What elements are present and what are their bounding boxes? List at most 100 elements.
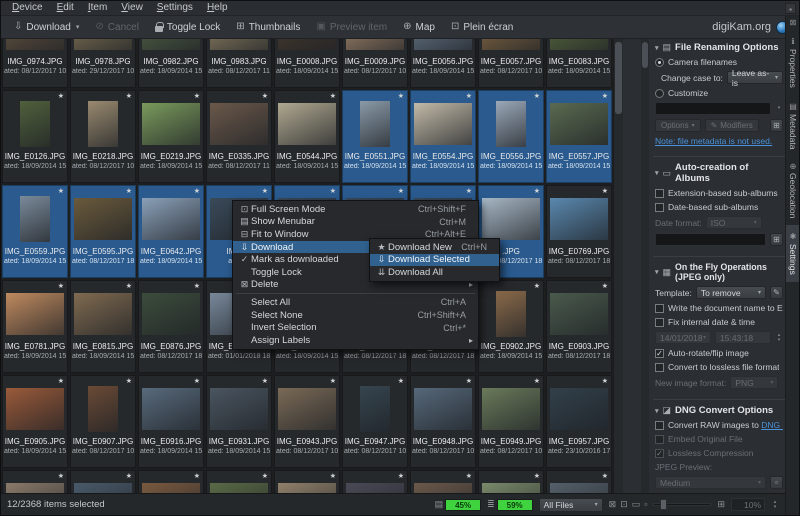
time-field[interactable]: 15:43:18 (715, 331, 771, 344)
menu-item-select-none[interactable]: Select NoneCtrl+Shift+A (233, 309, 478, 322)
thumbnail-item[interactable]: ★IMG_E0947.JPGated: 08/12/2017 10 (342, 375, 408, 468)
menu-item-select-all[interactable]: Select AllCtrl+A (233, 296, 478, 309)
sidebar-tab-settings[interactable]: ✱Settings (786, 225, 800, 282)
toolbar-plein-cran-button[interactable]: ⊡Plein écran (444, 20, 520, 35)
thumbnail-item[interactable]: ★IMG_E0957.JPGated: 23/10/2016 17 (546, 375, 612, 468)
lossless-compression-checkbox[interactable]: ✓ Lossless Compression (655, 448, 783, 458)
thumbnail-item[interactable]: ★IMG_E0556.JPGated: 18/09/2014 15 (478, 90, 544, 183)
thumbnail-item[interactable]: ★IMG_E0551.JPGated: 18/09/2014 15 (342, 90, 408, 183)
dng-container-link[interactable]: DNG container (761, 420, 783, 430)
fit-icon[interactable]: ⊠ (609, 499, 617, 510)
section-header-file-renaming[interactable]: ▾ ▤ File Renaming Options (655, 42, 783, 53)
sidebar-scrollbar[interactable] (641, 39, 649, 493)
thumbnail-item[interactable]: ★IMG_E0126.JPGated: 18/09/2014 15 (2, 90, 68, 183)
fix-date-checkbox[interactable]: Fix internal date & time (655, 317, 783, 327)
auto-rotate-checkbox[interactable]: ✓ Auto-rotate/flip image (655, 348, 783, 358)
thumbnail-item[interactable]: ★IMG_E0595.JPGated: 08/12/2017 18 (70, 185, 136, 278)
thumbnail-item[interactable]: ★IMG_E0948.JPGated: 08/12/2017 10 (410, 375, 476, 468)
thumbnail-item[interactable]: ★IMG_E0642.JPGated: 18/09/2014 15 (138, 185, 204, 278)
convert-lossless-checkbox[interactable]: Convert to lossless file format (655, 362, 783, 372)
dock-icon[interactable]: ⊠ (786, 16, 800, 30)
thumbnail-item[interactable]: ★ (546, 470, 612, 493)
menu-help[interactable]: Help (200, 1, 235, 15)
toolbar-toggle-lock-button[interactable]: Toggle Lock (148, 20, 227, 35)
thumbnail-item[interactable]: ★ (342, 470, 408, 493)
thumbnail-item[interactable]: ★IMG_E0916.JPGated: 18/09/2014 15 (138, 375, 204, 468)
one-to-one-icon[interactable]: ⊡ (620, 499, 628, 510)
thumbnail-item[interactable]: ★IMG_E0554.JPGated: 18/09/2014 15 (410, 90, 476, 183)
thumbnail-item[interactable]: ★ (478, 470, 544, 493)
thumbnail-item[interactable]: ★IMG_E0931.JPGated: 18/09/2014 15 (206, 375, 272, 468)
extension-subalbums-checkbox[interactable]: Extension-based sub-albums (655, 188, 783, 198)
grid-scrollbar[interactable] (613, 39, 623, 493)
edit-template-icon[interactable]: ✎ (770, 286, 783, 299)
toolbar-preview-item-button[interactable]: ▣Preview item (309, 20, 394, 35)
thumbnail-item[interactable]: ★IMG_E0557.JPGated: 18/09/2014 15 (546, 90, 612, 183)
window-menu-icon[interactable]: ▪ (785, 3, 796, 14)
thumbnail-item[interactable]: ★IMG_E0815.JPGated: 18/09/2014 15 (70, 280, 136, 373)
small-icon[interactable]: ▫ (770, 476, 783, 489)
thumbnail-item[interactable]: ★ (138, 470, 204, 493)
token-icon[interactable]: ⊞ (770, 119, 783, 132)
combo-arrow-icon[interactable]: ▾ (775, 102, 783, 115)
thumbnail-item[interactable]: ★IMG_E0769.JPGated: 08/12/2017 18 (546, 185, 612, 278)
thumbnail-item[interactable]: ★IMG_E0335.JPGated: 08/12/2017 11 (206, 90, 272, 183)
thumbnail-item[interactable]: ★IMG_E0559.JPGated: 18/09/2014 15 (2, 185, 68, 278)
sidebar-tab-properties[interactable]: ℹProperties (786, 30, 800, 95)
date-subalbums-checkbox[interactable]: Date-based sub-albums (655, 202, 783, 212)
change-case-select[interactable]: Leave as-is ▾ (727, 71, 783, 84)
thumbnail-item[interactable]: ★IMG_E0009.JPGated: 08/12/2017 10 (342, 39, 408, 88)
date-format-select[interactable]: ISO ▾ (706, 216, 762, 229)
custom-date-format-input[interactable] (655, 233, 766, 246)
zoom-slider-handle[interactable] (660, 499, 667, 510)
zoom-percentage[interactable]: 10% (731, 498, 765, 511)
thumbnail-item[interactable]: ★IMG_0983.JPGated: 08/12/2017 11 (206, 39, 272, 88)
menu-edit[interactable]: Edit (50, 1, 81, 15)
section-header-dng-convert[interactable]: ▾ ◪ DNG Convert Options (655, 405, 783, 416)
zoom-icon[interactable]: ⊞ (717, 499, 725, 510)
options-button[interactable]: Options▾ (655, 119, 701, 132)
menu-settings[interactable]: Settings (150, 1, 200, 15)
thumbnail-item[interactable]: ★IMG_E0781.JPGated: 18/09/2014 15 (2, 280, 68, 373)
thumbnail-item[interactable]: ★IMG_0974.JPGated: 08/12/2017 10 (2, 39, 68, 88)
token-icon[interactable]: ⊞ (770, 233, 783, 246)
thumbnail-item[interactable]: ★IMG_E0943.JPGated: 08/12/2017 10 (274, 375, 340, 468)
thumbnail-item[interactable]: ★ (410, 470, 476, 493)
menu-item-show-menubar[interactable]: ▤Show MenubarCtrl+M (233, 216, 478, 229)
modifiers-button[interactable]: ✎Modifiers (705, 119, 759, 132)
sidebar-tab-geolocation[interactable]: ⊕Geolocation (786, 156, 800, 225)
thumbnail-item[interactable]: ★IMG_E0544.JPGated: 18/09/2014 15 (274, 90, 340, 183)
menu-item-full-screen-mode[interactable]: ⊡Full Screen ModeCtrl+Shift+F (233, 203, 478, 216)
rename-pattern-input[interactable] (655, 102, 771, 115)
section-header-on-the-fly[interactable]: ▾ ▦ On the Fly Operations (JPEG only) (655, 262, 783, 282)
thumbnail-item[interactable]: ★IMG_E0907.JPGated: 08/12/2017 10 (70, 375, 136, 468)
file-filter-select[interactable]: All Files ▾ (539, 498, 603, 512)
section-header-auto-albums[interactable]: ▾ ▭ Auto-creation of Albums (655, 162, 783, 184)
thumbnail-item[interactable]: ★ (274, 470, 340, 493)
menu-item[interactable]: Item (81, 1, 114, 15)
template-select[interactable]: To remove ▾ (696, 286, 766, 299)
zoom-spinner[interactable]: ▴▾ (771, 498, 779, 511)
thumbnail-item[interactable]: ★IMG_E0083.JPGated: 18/09/2014 15 (546, 39, 612, 88)
thumbnail-item[interactable]: ★IMG_E0903.JPGated: 08/12/2017 18 (546, 280, 612, 373)
date-field[interactable]: 14/01/2018 ▾ (655, 331, 711, 344)
camera-filenames-radio[interactable]: Camera filenames (655, 57, 783, 67)
jpeg-preview-select[interactable]: Medium ▾ (655, 476, 766, 489)
menu-item-download-selected[interactable]: ⇩Download Selected (370, 254, 499, 267)
thumbnail-item[interactable]: ★IMG_E0218.JPGated: 08/12/2017 10 (70, 90, 136, 183)
menu-view[interactable]: View (114, 1, 150, 15)
metadata-note-link[interactable]: Note: file metadata is not used. (655, 136, 772, 146)
zoom-slider[interactable] (653, 503, 711, 506)
customize-radio[interactable]: Customize (655, 88, 783, 98)
toolbar-map-button[interactable]: ⊕Map (396, 20, 442, 35)
thumbnail-item[interactable]: ★ (2, 470, 68, 493)
digikam-brand[interactable]: digiKam.org (712, 21, 793, 34)
toolbar-download-button[interactable]: ⇩Download▾ (7, 20, 86, 35)
thumbnail-item[interactable]: ★IMG_E0905.JPGated: 18/09/2014 15 (2, 375, 68, 468)
thumbnail-item[interactable]: ★ (206, 470, 272, 493)
image-format-select[interactable]: PNG ▾ (730, 376, 778, 389)
thumbnail-item[interactable]: ★IMG_E0219.JPGated: 18/09/2014 15 (138, 90, 204, 183)
exif-name-checkbox[interactable]: Write the document name to EXIF (655, 303, 783, 313)
thumbnail-item[interactable]: ★ (70, 470, 136, 493)
menu-item-download-new[interactable]: ★Download NewCtrl+N (370, 241, 499, 254)
